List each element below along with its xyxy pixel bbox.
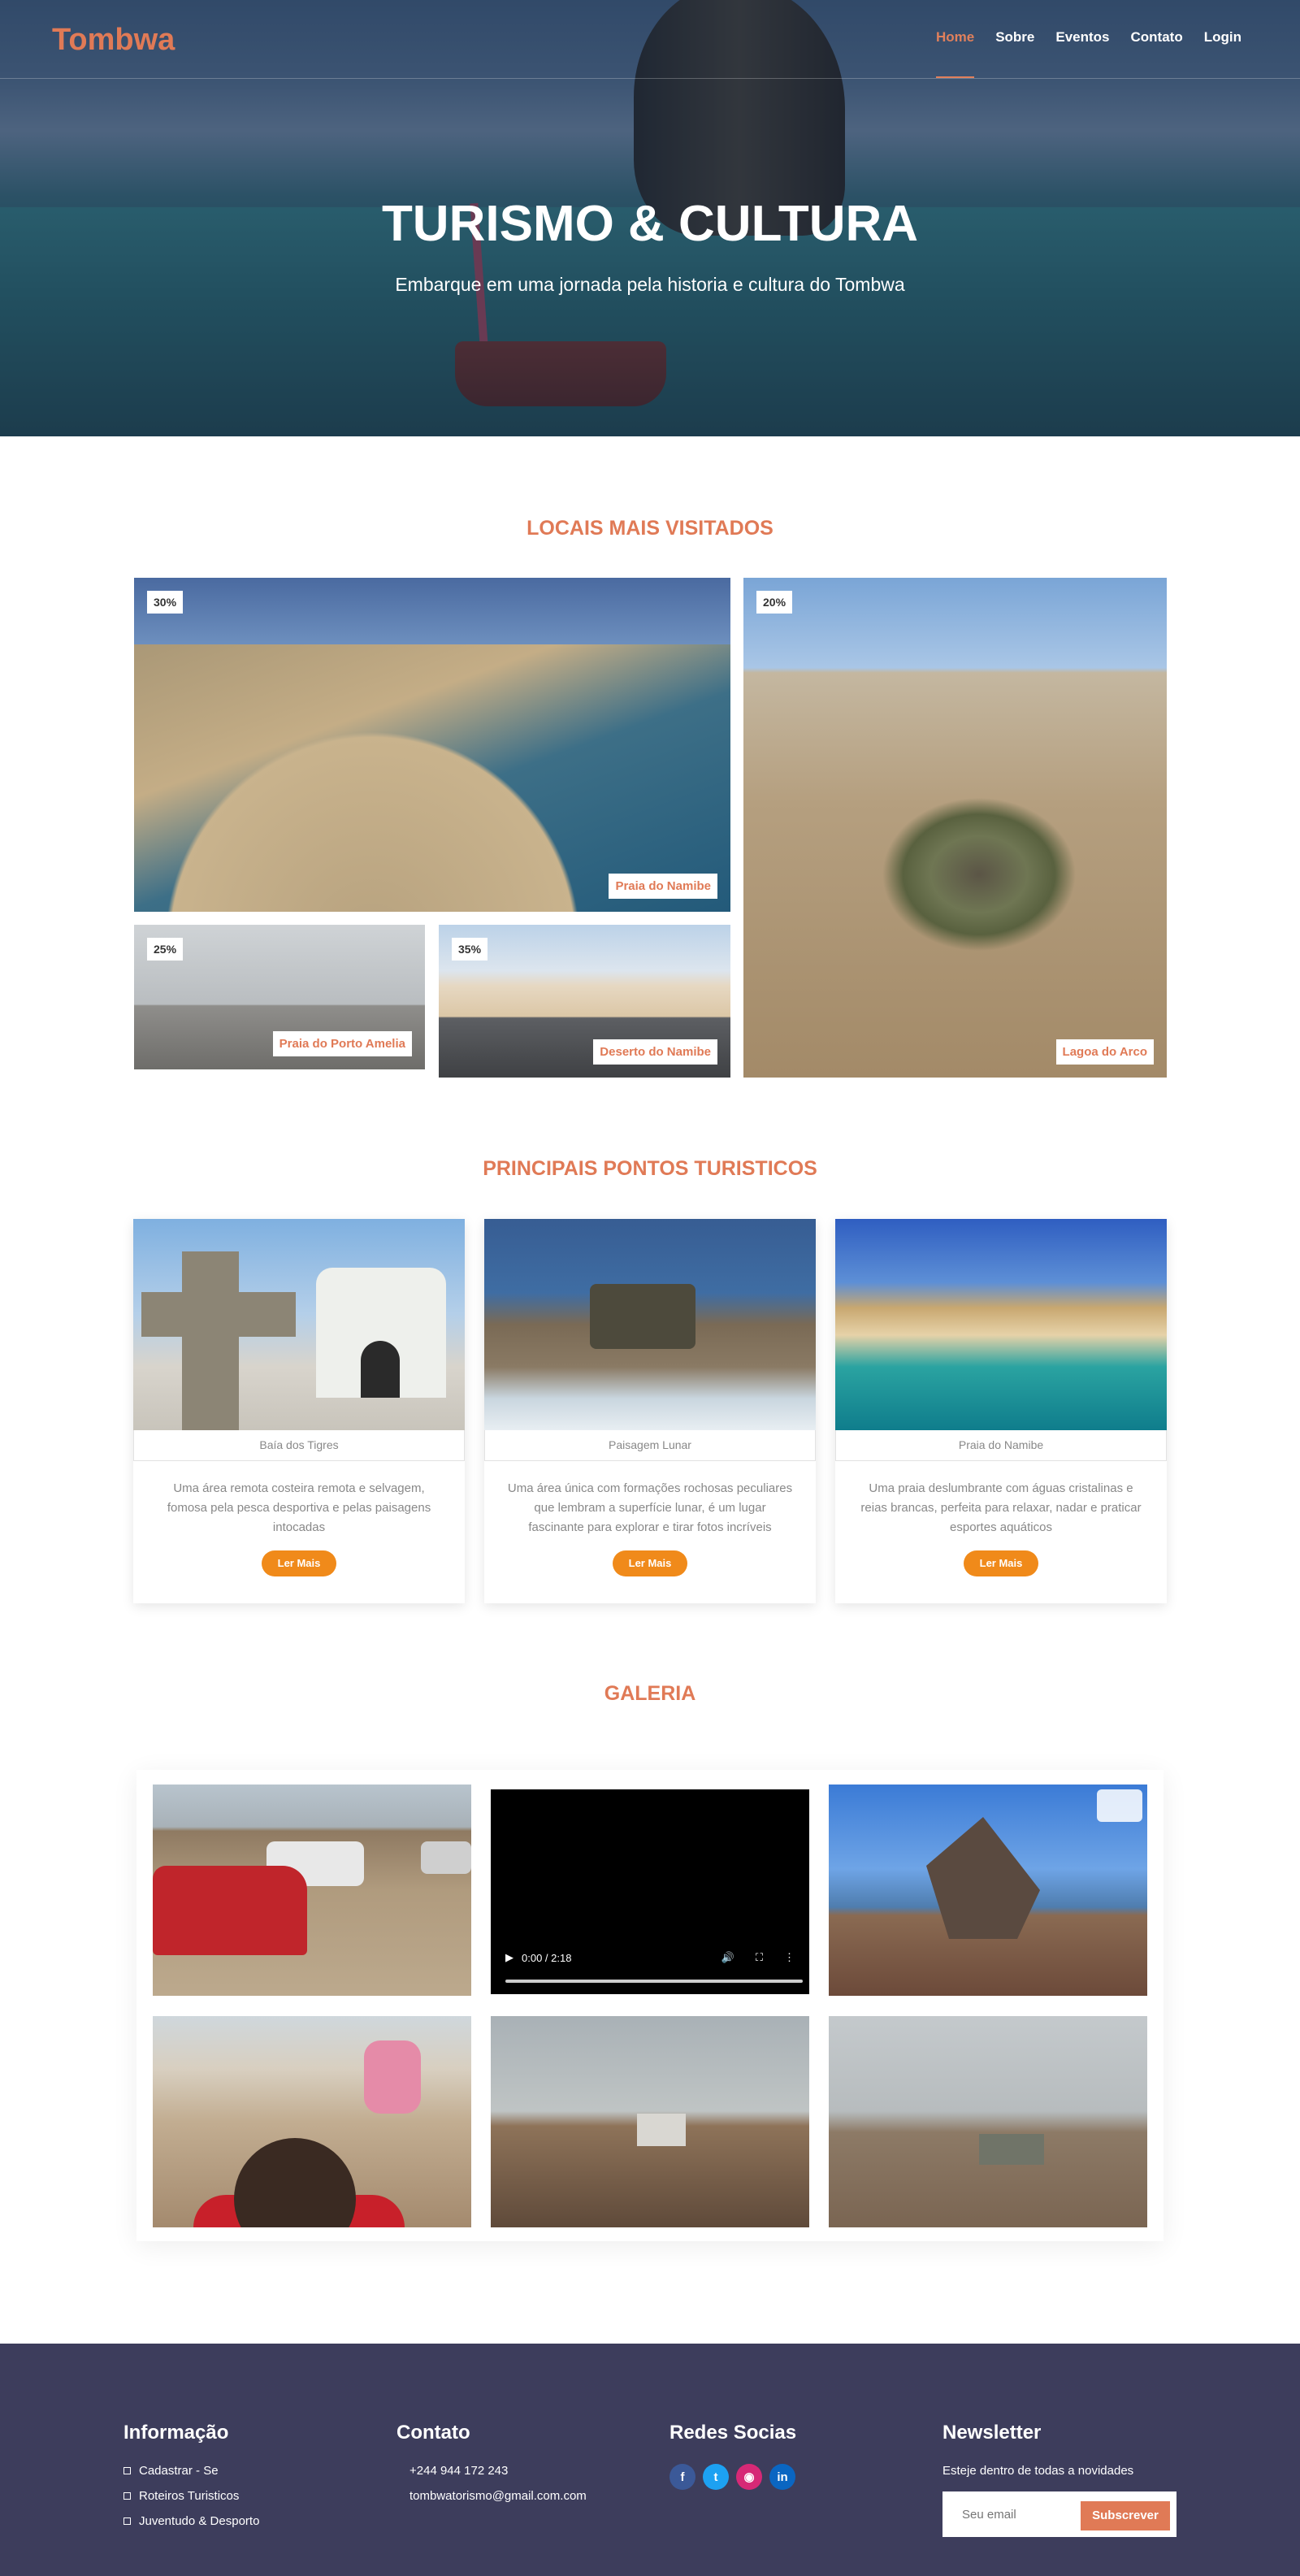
ler-mais-button[interactable]: Ler Mais bbox=[262, 1550, 336, 1576]
footer-newsletter-column: Newsletter Esteje dentro de todas a novi… bbox=[942, 2422, 1178, 2543]
card-description: Uma área remota costeira remota e selvag… bbox=[167, 1481, 431, 1534]
newsletter-form: Subscrever bbox=[942, 2491, 1176, 2537]
gallery-photo[interactable] bbox=[829, 2016, 1147, 2227]
card-praia-do-namibe: Praia do Namibe Uma praia deslumbrante c… bbox=[835, 1219, 1167, 1603]
nav-home[interactable]: Home bbox=[935, 29, 975, 78]
footer-redes-column: Redes Socias f t ◉ in bbox=[670, 2422, 796, 2490]
nav-login[interactable]: Login bbox=[1204, 29, 1242, 46]
header-divider bbox=[0, 78, 1300, 79]
church-door bbox=[361, 1341, 400, 1398]
gallery-photo[interactable] bbox=[153, 2016, 471, 2227]
tile-percent-badge: 20% bbox=[756, 591, 793, 614]
pontos-title: PRINCIPAIS PONTOS TURISTICOS bbox=[483, 1157, 817, 1180]
square-bullet-icon bbox=[124, 2467, 131, 2474]
ler-mais-button[interactable]: Ler Mais bbox=[964, 1550, 1038, 1576]
footer-info-title: Informação bbox=[124, 2422, 229, 2444]
grey-truck-image bbox=[421, 1841, 471, 1874]
card-paisagem-lunar: Paisagem Lunar Uma área única com formaç… bbox=[484, 1219, 816, 1603]
footer-newsletter-title: Newsletter bbox=[942, 2422, 1042, 2444]
person-image bbox=[364, 2040, 421, 2114]
main-nav: Home Sobre Eventos Contato Login bbox=[935, 29, 1242, 78]
footer-link-roteiros[interactable]: Roteiros Turisticos bbox=[124, 2489, 259, 2503]
video-controls: ▶ 0:00 / 2:18 🔊 ⛶ ⋮ bbox=[505, 1945, 795, 1970]
nav-eventos[interactable]: Eventos bbox=[1055, 29, 1109, 46]
site-logo[interactable]: Tombwa bbox=[52, 23, 175, 58]
tile-lagoa-do-arco[interactable]: 20% Lagoa do Arco bbox=[743, 578, 1167, 1078]
stone-cross-arm bbox=[141, 1292, 296, 1337]
tile-praia-do-namibe[interactable]: 30% Praia do Namibe bbox=[134, 578, 730, 912]
newsletter-email-input[interactable] bbox=[951, 2500, 1081, 2529]
video-time: 0:00 / 2:18 bbox=[522, 1951, 572, 1964]
tile-deserto-do-namibe[interactable]: 35% Deserto do Namibe bbox=[439, 925, 730, 1078]
card-caption: Baía dos Tigres bbox=[133, 1430, 465, 1461]
card-description: Uma praia deslumbrante com águas cristal… bbox=[860, 1481, 1142, 1534]
footer-link-juventudo[interactable]: Juventudo & Desporto bbox=[124, 2514, 259, 2528]
tile-percent-badge: 25% bbox=[147, 938, 184, 961]
twitter-icon[interactable]: t bbox=[703, 2464, 729, 2490]
instagram-icon[interactable]: ◉ bbox=[736, 2464, 762, 2490]
nav-sobre[interactable]: Sobre bbox=[995, 29, 1034, 46]
volume-icon[interactable]: 🔊 bbox=[722, 1951, 734, 1964]
card-caption: Paisagem Lunar bbox=[484, 1430, 816, 1461]
footer-email[interactable]: tombwatorismo@gmail.com.com bbox=[396, 2489, 587, 2503]
galeria-title: GALERIA bbox=[604, 1682, 696, 1705]
tile-place-label[interactable]: Lagoa do Arco bbox=[1055, 1039, 1154, 1065]
square-bullet-icon bbox=[124, 2492, 131, 2500]
tile-place-label[interactable]: Praia do Porto Amelia bbox=[272, 1031, 412, 1056]
footer-link-cadastrar[interactable]: Cadastrar - Se bbox=[124, 2464, 259, 2478]
tile-place-label[interactable]: Praia do Namibe bbox=[609, 874, 717, 899]
fullscreen-icon[interactable]: ⛶ bbox=[756, 1951, 763, 1964]
footer-phone: +244 944 172 243 bbox=[410, 2464, 509, 2478]
site-footer: Informação Cadastrar - Se Roteiros Turis… bbox=[0, 2344, 1300, 2576]
gallery-video-player[interactable]: ▶ 0:00 / 2:18 🔊 ⛶ ⋮ bbox=[491, 1789, 809, 1994]
footer-link-label[interactable]: Roteiros Turisticos bbox=[139, 2489, 239, 2503]
card-image bbox=[484, 1219, 816, 1430]
hero-subtitle: Embarque em uma jornada pela historia e … bbox=[395, 274, 905, 295]
facebook-icon[interactable]: f bbox=[670, 2464, 696, 2490]
gallery-photo[interactable] bbox=[491, 2016, 809, 2227]
tile-praia-do-porto-amelia[interactable]: 25% Praia do Porto Amelia bbox=[134, 925, 425, 1069]
card-image bbox=[835, 1219, 1167, 1430]
tile-place-label[interactable]: Deserto do Namibe bbox=[593, 1039, 717, 1065]
subscrever-button[interactable]: Subscrever bbox=[1081, 2501, 1170, 2530]
hero-title: TURISMO & CULTURA bbox=[381, 196, 919, 252]
footer-redes-title: Redes Socias bbox=[670, 2422, 797, 2444]
stone-cross-image bbox=[182, 1251, 239, 1430]
tile-percent-badge: 35% bbox=[452, 938, 488, 961]
newsletter-text: Esteje dentro de todas a novidades bbox=[942, 2464, 1134, 2478]
nav-contato[interactable]: Contato bbox=[1131, 29, 1183, 46]
welwitschia-plant-image bbox=[882, 797, 1077, 952]
gallery-photo[interactable] bbox=[829, 1785, 1147, 1996]
more-options-icon[interactable]: ⋮ bbox=[784, 1951, 795, 1964]
footer-link-label[interactable]: Cadastrar - Se bbox=[139, 2464, 219, 2478]
hero-section: Tombwa Home Sobre Eventos Contato Login … bbox=[0, 0, 1300, 436]
selfie-face-image bbox=[234, 2138, 356, 2227]
card-caption: Praia do Namibe bbox=[835, 1430, 1167, 1461]
locais-title: LOCAIS MAIS VISITADOS bbox=[526, 517, 774, 540]
card-image bbox=[133, 1219, 465, 1430]
desert-truck-image bbox=[637, 2114, 686, 2146]
card-baia-dos-tigres: Baía dos Tigres Uma área remota costeira… bbox=[133, 1219, 465, 1603]
desert-vehicle-image bbox=[979, 2134, 1044, 2165]
shipwreck-image bbox=[926, 1817, 1040, 1939]
ler-mais-button[interactable]: Ler Mais bbox=[613, 1550, 687, 1576]
social-links: f t ◉ in bbox=[670, 2464, 796, 2490]
linkedin-icon[interactable]: in bbox=[769, 2464, 795, 2490]
footer-link-label[interactable]: Juventudo & Desporto bbox=[139, 2514, 259, 2528]
red-car-image bbox=[153, 1866, 307, 1955]
footer-contato-column: Contato +244 944 172 243 tombwatorismo@g… bbox=[396, 2422, 587, 2514]
card-description: Uma área única com formações rochosas pe… bbox=[507, 1481, 793, 1534]
square-bullet-icon bbox=[124, 2517, 131, 2525]
tile-percent-badge: 30% bbox=[147, 591, 184, 614]
footer-info-column: Informação Cadastrar - Se Roteiros Turis… bbox=[124, 2422, 259, 2539]
watermark-logo bbox=[1097, 1789, 1142, 1822]
play-icon[interactable]: ▶ bbox=[505, 1951, 514, 1964]
footer-contato-title: Contato bbox=[396, 2422, 470, 2444]
offroad-vehicle-image bbox=[590, 1284, 696, 1349]
video-progress-bar[interactable] bbox=[505, 1980, 803, 1983]
gallery-photo[interactable] bbox=[153, 1785, 471, 1996]
